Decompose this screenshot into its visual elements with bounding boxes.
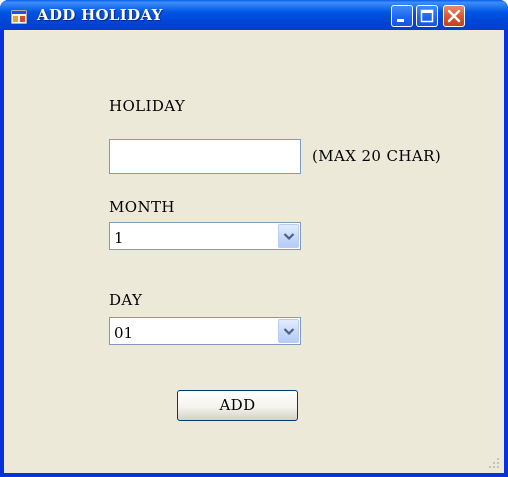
close-icon	[447, 9, 461, 23]
resize-grip-icon[interactable]	[488, 457, 500, 469]
add-holiday-window: ADD HOLIDAY HOLIDAY (MAX 20 CHAR) MONTH …	[0, 0, 508, 477]
day-label: DAY	[109, 291, 143, 309]
title-bar[interactable]: ADD HOLIDAY	[0, 0, 508, 30]
month-label: MONTH	[109, 198, 175, 216]
maximize-button[interactable]	[416, 5, 438, 27]
minimize-button[interactable]	[391, 5, 413, 27]
window-title: ADD HOLIDAY	[37, 6, 163, 24]
month-dropdown-button[interactable]	[278, 224, 299, 248]
add-button[interactable]: ADD	[177, 390, 298, 421]
day-dropdown-button[interactable]	[278, 319, 299, 343]
close-button[interactable]	[443, 5, 465, 27]
holiday-label: HOLIDAY	[109, 97, 186, 115]
chevron-down-icon	[283, 233, 295, 241]
holiday-hint: (MAX 20 CHAR)	[312, 147, 442, 165]
day-select-value: 01	[114, 324, 134, 342]
month-select-value: 1	[114, 229, 124, 247]
maximize-icon	[420, 9, 434, 23]
form-area: HOLIDAY (MAX 20 CHAR) MONTH 1 DAY 01 ADD	[4, 30, 504, 473]
chevron-down-icon	[283, 328, 295, 336]
month-select[interactable]: 1	[109, 222, 301, 250]
minimize-icon	[397, 19, 404, 22]
app-icon	[10, 9, 28, 25]
holiday-input[interactable]	[109, 139, 301, 174]
day-select[interactable]: 01	[109, 317, 301, 345]
